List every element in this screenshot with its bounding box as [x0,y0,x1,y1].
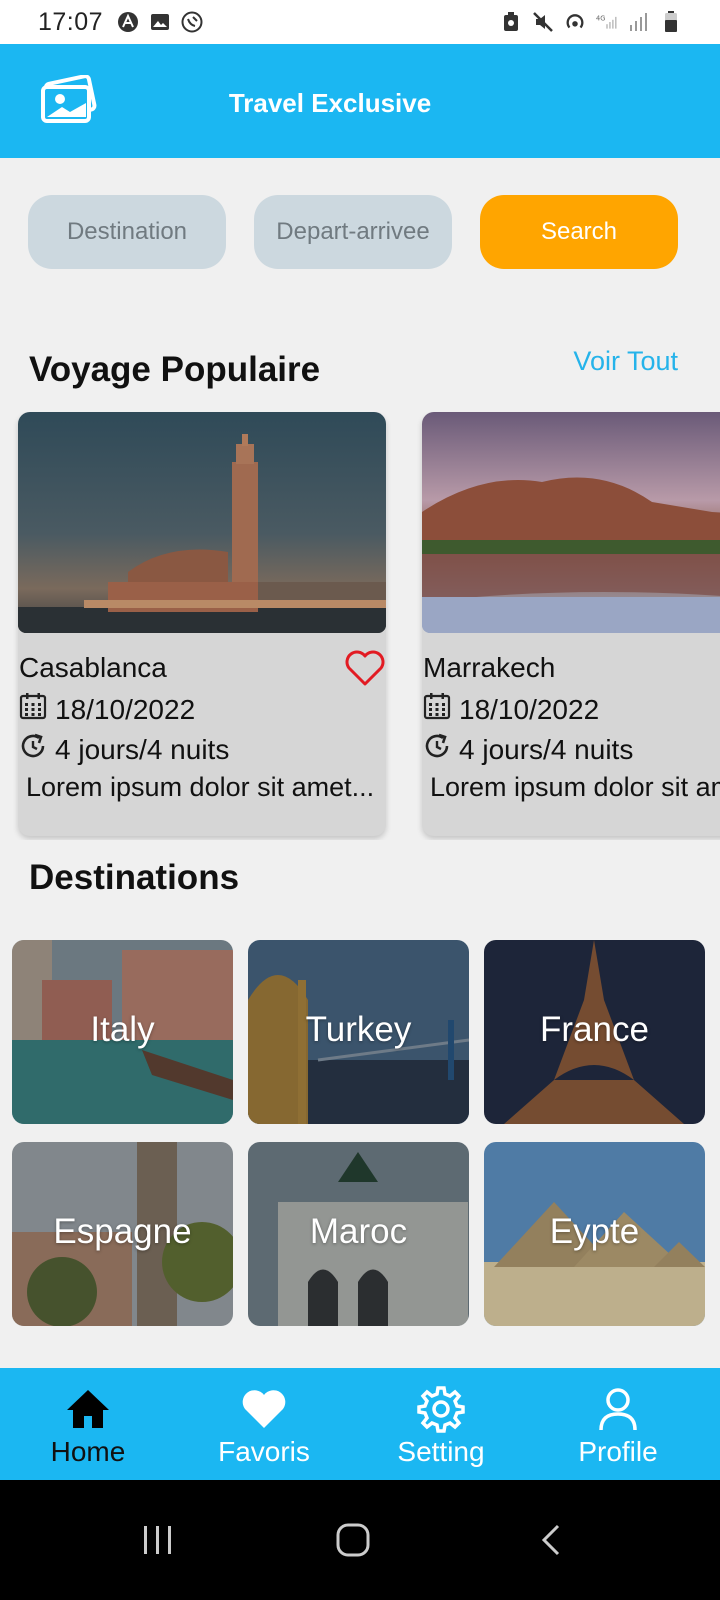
see-all-link[interactable]: Voir Tout [573,346,678,377]
nav-label-favoris: Favoris [218,1436,310,1467]
image-notification-icon [149,11,171,33]
destination-tile-turkey[interactable]: Turkey [248,940,469,1124]
duration-icon [19,732,47,767]
profile-icon [593,1384,643,1434]
nav-label-home: Home [50,1436,126,1467]
destination-name: Italy [90,1010,155,1049]
app-bar: Travel Exclusive [0,44,720,158]
back-icon[interactable] [532,1522,572,1558]
gear-icon [416,1384,466,1434]
battery-icon [660,11,682,33]
trip-city: Marrakech [423,652,556,683]
heart-icon [239,1384,289,1434]
popular-trips-carousel[interactable]: Casablanca 18/10/2022 4 jours/4 nuits Lo… [0,412,720,840]
destination-name: France [540,1010,649,1049]
nav-item-favoris[interactable]: Favoris [176,1368,352,1480]
home-button-icon[interactable] [333,1522,373,1558]
hotspot-icon [564,11,586,33]
home-icon [63,1384,113,1434]
trip-duration: 4 jours/4 nuits [55,733,230,765]
nav-item-setting[interactable]: Setting [353,1368,529,1480]
destination-name: Eypte [549,1212,640,1251]
nav-label-setting: Setting [397,1436,485,1467]
destination-tile-espagne[interactable]: Espagne [12,1142,233,1326]
nav-item-profile[interactable]: Profile [530,1368,706,1480]
destination-tile-france[interactable]: France [484,940,705,1124]
duration-icon [423,732,451,767]
dates-input[interactable]: Depart-arrivee [254,195,452,269]
destination-tile-maroc[interactable]: Maroc [248,1142,469,1326]
trip-duration: 4 jours/4 nuits [459,733,634,765]
trip-card[interactable]: Marrakech 18/10/2022 4 jours/4 nuits Lor… [422,412,720,836]
signal-4g-icon: 4G [596,11,618,33]
trip-photo-casablanca [18,412,386,633]
favorite-heart-icon[interactable] [344,648,386,688]
trip-photo-marrakech [422,412,720,633]
nav-item-home[interactable]: Home [0,1368,176,1480]
trip-description: Lorem ipsum dolor sit amet... [430,772,720,802]
app-title: Travel Exclusive [228,88,432,118]
trip-date: 18/10/2022 [55,693,196,725]
signal-icon [628,11,650,33]
nav-label-profile: Profile [578,1436,658,1467]
call-notification-icon [181,11,203,33]
destinations-grid: Italy Turkey France Espagne Maroc Eypte [12,940,706,1328]
destination-name: Maroc [309,1212,408,1251]
system-navigation-bar [0,1480,720,1600]
destinations-section-title: Destinations [29,858,240,897]
status-time: 17:07 [38,7,104,36]
destination-name: Turkey [305,1010,412,1049]
status-bar: 17:07 4G [0,0,720,44]
search-row: Destination Depart-arrivee Search [28,195,692,269]
mute-icon [532,11,554,33]
bottom-navigation: Home Favoris Setting Profile [0,1368,720,1480]
app-notification-icon [117,11,139,33]
destination-input[interactable]: Destination [28,195,226,269]
trip-description: Lorem ipsum dolor sit amet... [26,772,375,802]
recent-apps-icon[interactable] [138,1522,178,1558]
trip-card[interactable]: Casablanca 18/10/2022 4 jours/4 nuits Lo… [18,412,386,836]
destination-name: Espagne [53,1212,192,1251]
destination-tile-eypte[interactable]: Eypte [484,1142,705,1326]
alarm-icon [500,11,522,33]
trip-date: 18/10/2022 [459,693,600,725]
calendar-icon [423,692,451,727]
search-button[interactable]: Search [480,195,678,269]
calendar-icon [19,692,47,727]
destination-tile-italy[interactable]: Italy [12,940,233,1124]
trip-city: Casablanca [19,652,167,683]
popular-section-title: Voyage Populaire [29,350,321,389]
svg-text:4G: 4G [596,15,605,23]
